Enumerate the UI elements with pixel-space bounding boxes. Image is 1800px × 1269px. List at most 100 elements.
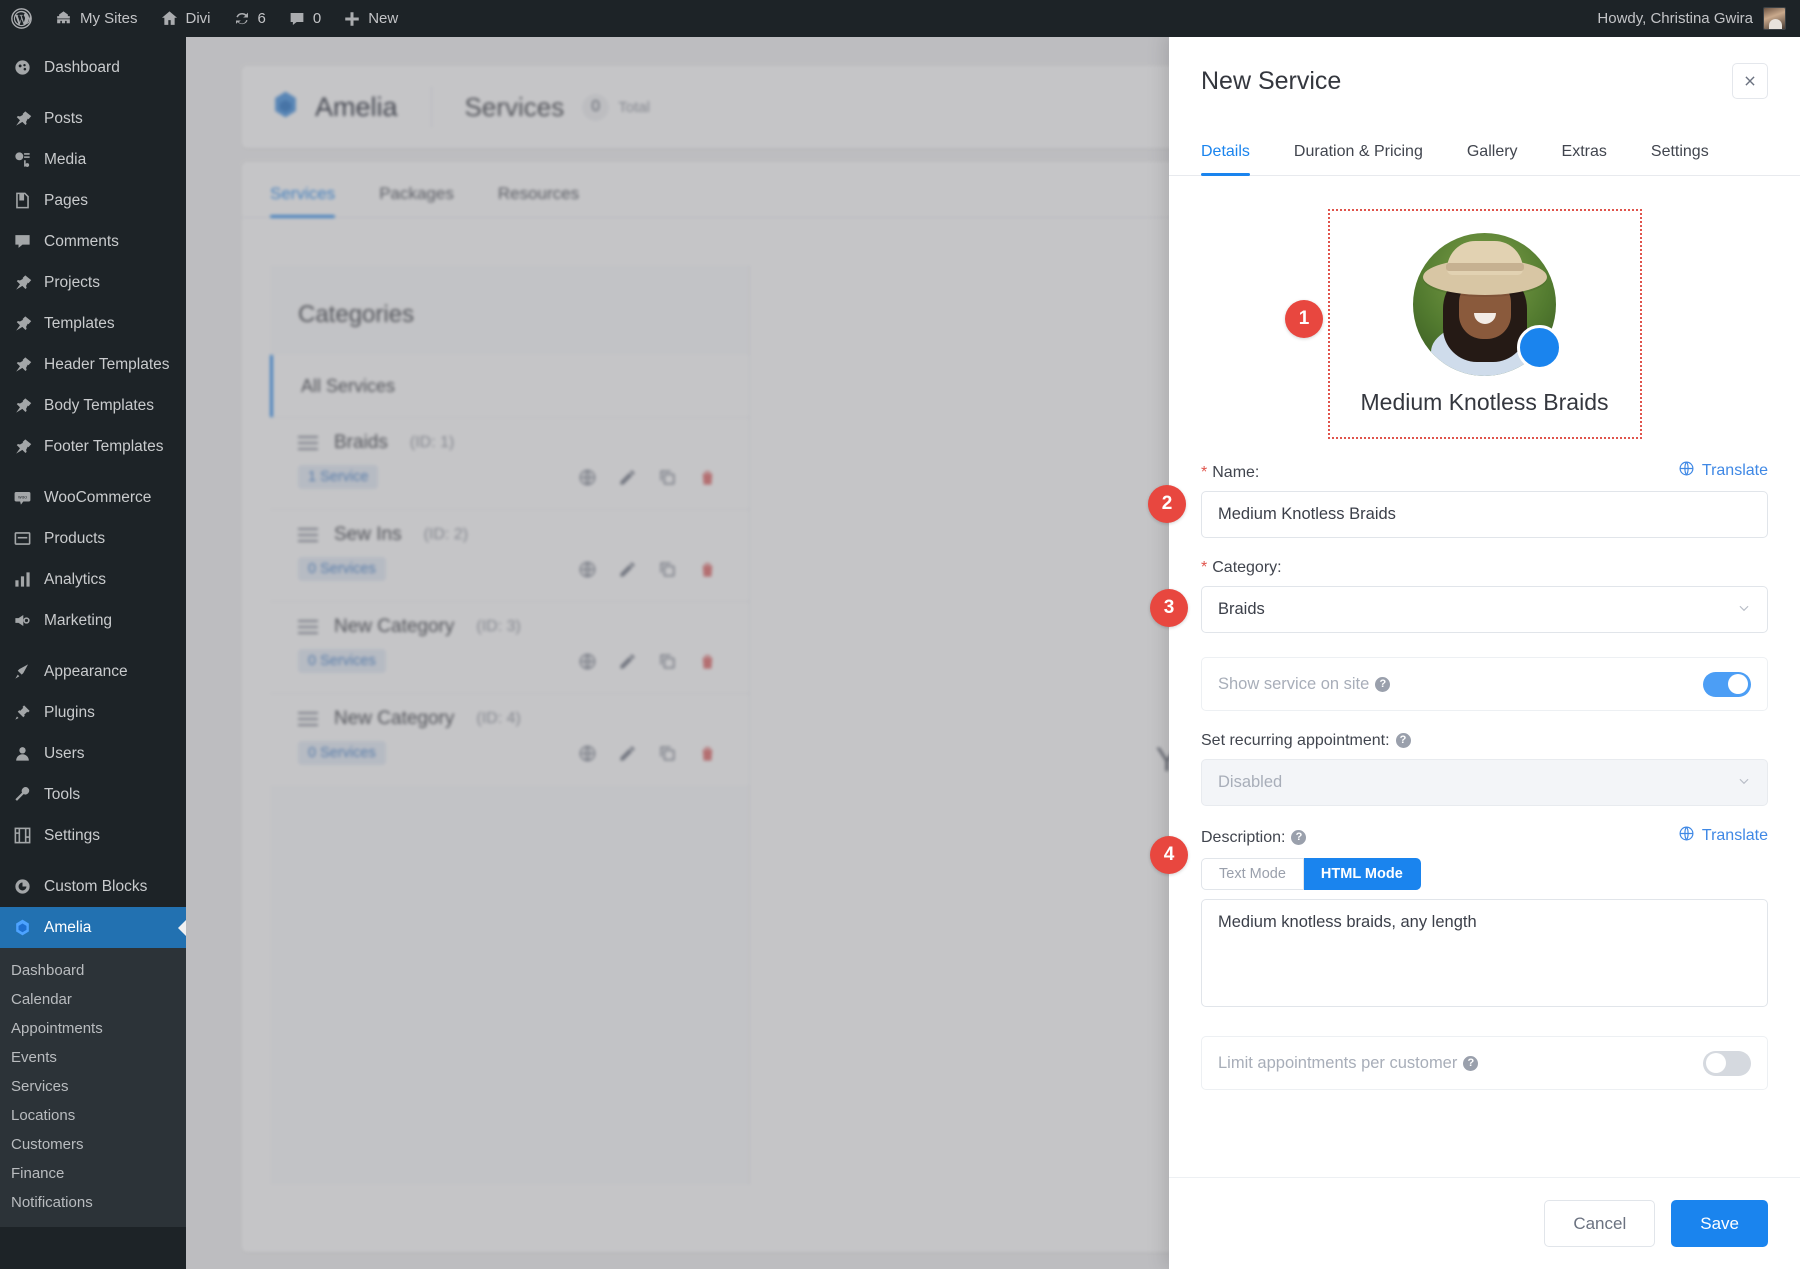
- sidebar-item-comments[interactable]: Comments: [0, 221, 186, 262]
- translate-label: Translate: [1702, 462, 1768, 480]
- submenu-item-finance[interactable]: Finance: [0, 1159, 186, 1188]
- custom-blocks-icon: [11, 877, 33, 896]
- svg-text:woo: woo: [18, 496, 27, 501]
- sidebar-item-plugins[interactable]: Plugins: [0, 692, 186, 733]
- media-icon: [11, 150, 33, 169]
- translate-name-button[interactable]: Translate: [1678, 460, 1768, 482]
- sidebar-item-projects[interactable]: Projects: [0, 262, 186, 303]
- sidebar-item-body-templates[interactable]: Body Templates: [0, 385, 186, 426]
- site-name-button[interactable]: Divi: [149, 0, 222, 37]
- limit-appointments-row: Limit appointments per customer?: [1201, 1036, 1768, 1090]
- sidebar-item-tools[interactable]: Tools: [0, 774, 186, 815]
- appearance-icon: [11, 662, 33, 681]
- help-icon[interactable]: ?: [1291, 830, 1306, 845]
- tools-icon: [11, 785, 33, 804]
- sidebar-item-analytics[interactable]: Analytics: [0, 559, 186, 600]
- panel-tabs: Details Duration & Pricing Gallery Extra…: [1169, 117, 1800, 176]
- step-badge-1: 1: [1285, 300, 1323, 338]
- submenu-item-notifications[interactable]: Notifications: [0, 1188, 186, 1217]
- help-icon[interactable]: ?: [1396, 733, 1411, 748]
- sidebar-item-templates[interactable]: Templates: [0, 303, 186, 344]
- comments-button[interactable]: 0: [277, 0, 332, 37]
- category-label-group: *Category:: [1201, 559, 1282, 577]
- comments-count: 0: [313, 10, 321, 27]
- required-asterisk-icon: *: [1201, 464, 1207, 481]
- step-badge-2: 2: [1148, 485, 1186, 523]
- updates-icon: [233, 10, 251, 28]
- sidebar-item-header-templates[interactable]: Header Templates: [0, 344, 186, 385]
- plugins-icon: [11, 703, 33, 722]
- description-label-group: Description:?: [1201, 829, 1306, 847]
- sidebar-item-woocommerce[interactable]: woo WooCommerce: [0, 477, 186, 518]
- sidebar-label: Pages: [44, 193, 88, 209]
- show-on-site-label: Show service on site: [1218, 675, 1369, 693]
- help-icon[interactable]: ?: [1375, 677, 1390, 692]
- panel-tab-gallery[interactable]: Gallery: [1467, 143, 1518, 175]
- new-content-button[interactable]: New: [332, 0, 409, 37]
- cancel-button[interactable]: Cancel: [1544, 1200, 1655, 1247]
- sidebar-label: Settings: [44, 828, 100, 844]
- sidebar-item-appearance[interactable]: Appearance: [0, 651, 186, 692]
- help-icon[interactable]: ?: [1463, 1056, 1478, 1071]
- close-icon[interactable]: [1732, 63, 1768, 99]
- description-textarea[interactable]: [1201, 899, 1768, 1007]
- sidebar-item-custom-blocks[interactable]: Custom Blocks: [0, 866, 186, 907]
- panel-footer: Cancel Save: [1169, 1177, 1800, 1269]
- my-sites-button[interactable]: My Sites: [43, 0, 149, 37]
- dashboard-icon: [11, 58, 33, 77]
- recurring-select[interactable]: Disabled: [1201, 759, 1768, 806]
- chevron-down-icon: [1737, 774, 1751, 791]
- panel-tab-settings[interactable]: Settings: [1651, 143, 1709, 175]
- sidebar-item-pages[interactable]: Pages: [0, 180, 186, 221]
- panel-tab-extras[interactable]: Extras: [1562, 143, 1607, 175]
- settings-icon: [11, 826, 33, 845]
- account-menu[interactable]: Howdy, Christina Gwira: [1597, 7, 1800, 30]
- save-button[interactable]: Save: [1671, 1200, 1768, 1247]
- recurring-selected-value: Disabled: [1218, 773, 1282, 792]
- marketing-icon: [11, 611, 33, 630]
- panel-tab-duration-pricing[interactable]: Duration & Pricing: [1294, 143, 1423, 175]
- sidebar-item-users[interactable]: Users: [0, 733, 186, 774]
- wordpress-logo-button[interactable]: [0, 0, 43, 37]
- sidebar-item-amelia[interactable]: Amelia: [0, 907, 186, 948]
- submenu-item-dashboard[interactable]: Dashboard: [0, 956, 186, 985]
- sidebar-item-marketing[interactable]: Marketing: [0, 600, 186, 641]
- sidebar-item-posts[interactable]: Posts: [0, 98, 186, 139]
- sidebar-item-settings[interactable]: Settings: [0, 815, 186, 856]
- text-mode-button[interactable]: Text Mode: [1201, 858, 1304, 890]
- description-field-row: Description:? Translate: [1201, 825, 1768, 847]
- submenu-item-locations[interactable]: Locations: [0, 1101, 186, 1130]
- image-upload-badge-icon[interactable]: [1517, 325, 1562, 370]
- sidebar-item-media[interactable]: Media: [0, 139, 186, 180]
- sidebar-item-footer-templates[interactable]: Footer Templates: [0, 426, 186, 467]
- panel-tab-details[interactable]: Details: [1201, 143, 1250, 175]
- pin-icon: [11, 437, 33, 456]
- show-on-site-row: Show service on site?: [1201, 657, 1768, 711]
- service-image-upload[interactable]: [1413, 233, 1556, 376]
- html-mode-button[interactable]: HTML Mode: [1304, 858, 1421, 890]
- avatar: [1763, 7, 1786, 30]
- submenu-item-calendar[interactable]: Calendar: [0, 985, 186, 1014]
- amelia-icon: [11, 918, 33, 937]
- wp-admin-bar: My Sites Divi 6 0 New Howdy, Christina G…: [0, 0, 1800, 37]
- submenu-item-appointments[interactable]: Appointments: [0, 1014, 186, 1043]
- description-block: Description:? Translate Text Mode HTML M…: [1201, 825, 1768, 1012]
- show-on-site-toggle[interactable]: [1703, 672, 1751, 697]
- sidebar-item-products[interactable]: Products: [0, 518, 186, 559]
- name-field-row: *Name: Translate: [1201, 460, 1768, 482]
- sidebar-label: Analytics: [44, 572, 106, 588]
- sidebar-label: Appearance: [44, 664, 128, 680]
- sidebar-label: Body Templates: [44, 398, 154, 414]
- updates-button[interactable]: 6: [222, 0, 277, 37]
- submenu-item-events[interactable]: Events: [0, 1043, 186, 1072]
- sidebar-label: Products: [44, 531, 105, 547]
- limit-appointments-toggle[interactable]: [1703, 1051, 1751, 1076]
- submenu-item-services[interactable]: Services: [0, 1072, 186, 1101]
- service-image-caption: Medium Knotless Braids: [1361, 389, 1609, 416]
- submenu-item-customers[interactable]: Customers: [0, 1130, 186, 1159]
- sidebar-label: Plugins: [44, 705, 95, 721]
- sidebar-item-dashboard[interactable]: Dashboard: [0, 47, 186, 88]
- translate-description-button[interactable]: Translate: [1678, 825, 1768, 847]
- category-select[interactable]: Braids: [1201, 586, 1768, 633]
- service-name-input[interactable]: [1201, 491, 1768, 538]
